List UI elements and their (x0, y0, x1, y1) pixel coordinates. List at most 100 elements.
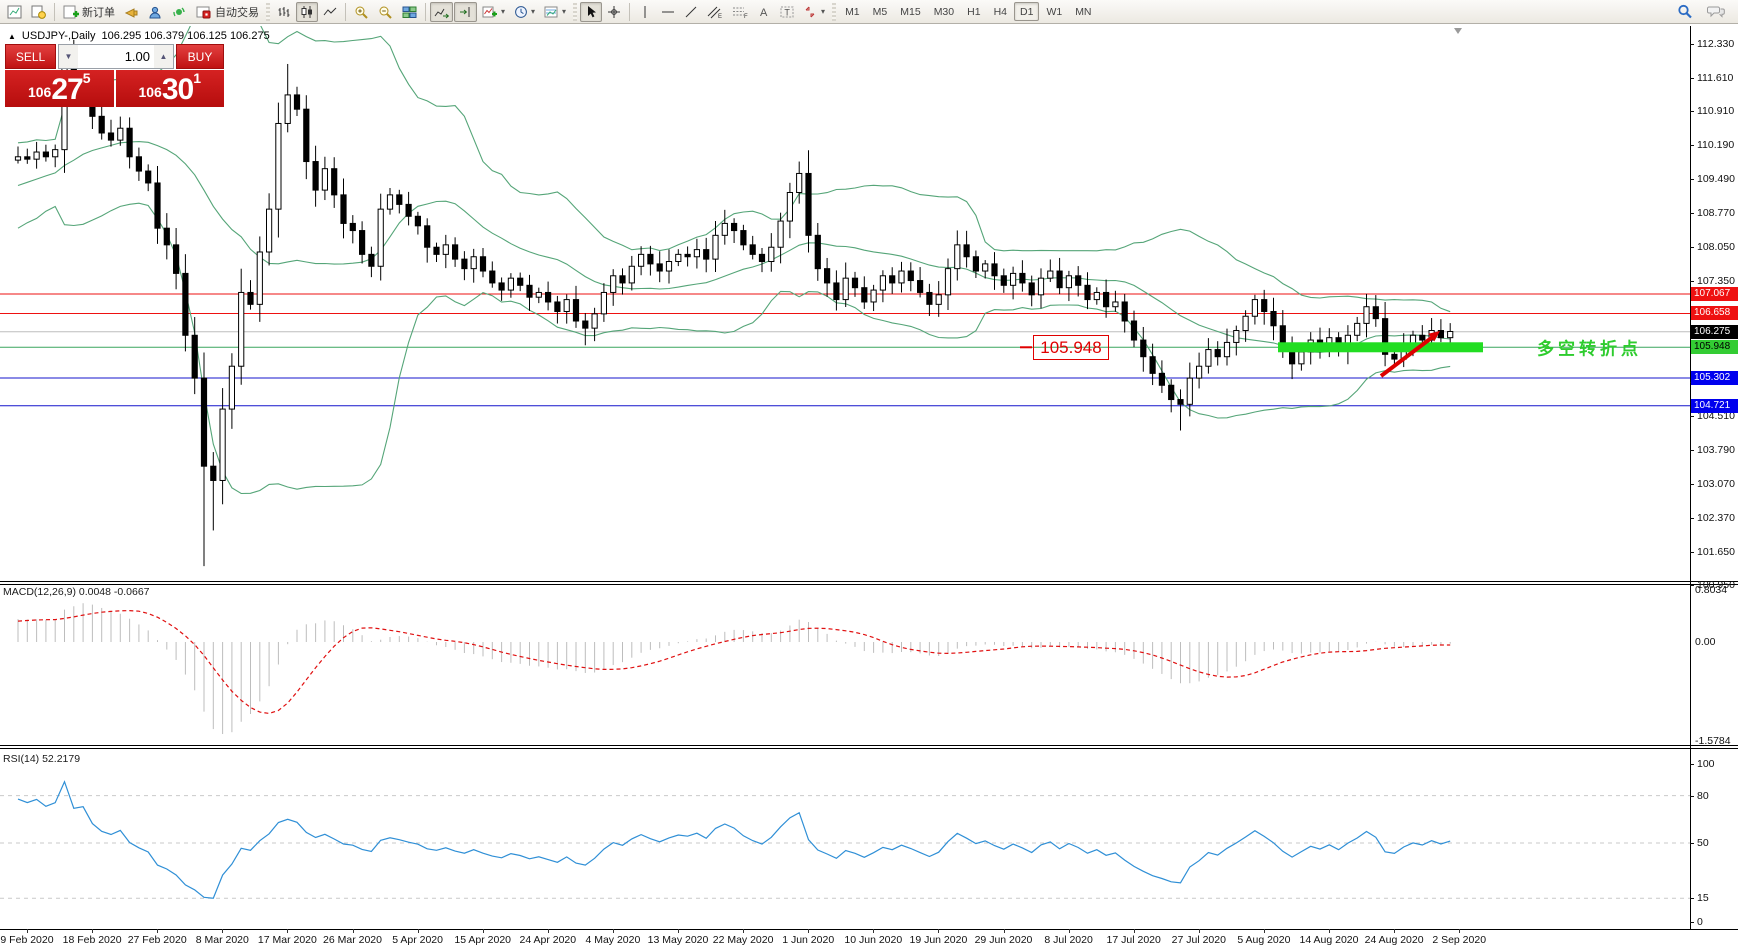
horn-icon[interactable] (120, 2, 143, 22)
date-tick-mark (808, 929, 809, 933)
svg-text:F: F (744, 14, 748, 19)
date-label: 24 Aug 2020 (1365, 934, 1424, 946)
search-icon[interactable] (1673, 2, 1697, 22)
text-tool-button[interactable]: A (753, 2, 775, 22)
templates-caret-icon: ▾ (562, 7, 566, 16)
timeframe-button-h1[interactable]: H1 (961, 2, 986, 21)
date-tick-mark (27, 929, 28, 933)
new-order-label: 新订单 (82, 4, 115, 20)
price-tick-label: 110.190 (1697, 139, 1734, 151)
price-tick-label: 103.790 (1697, 444, 1735, 456)
timeframe-button-w1[interactable]: W1 (1040, 2, 1068, 21)
date-axis-divider (0, 929, 1738, 930)
zoom-out-button[interactable] (374, 2, 397, 22)
svg-text:A: A (760, 7, 768, 19)
community-button[interactable] (144, 2, 167, 22)
rsi-panel[interactable] (0, 749, 1690, 928)
date-label: 8 Mar 2020 (196, 934, 249, 946)
timeframe-button-m5[interactable]: M5 (867, 2, 894, 21)
templates-button[interactable]: ▾ (540, 2, 570, 22)
rsi-axis-label: 50 (1697, 837, 1709, 849)
date-label: 15 Apr 2020 (454, 934, 511, 946)
price-tick-mark (1690, 111, 1694, 112)
panel-divider[interactable] (0, 581, 1738, 585)
line-chart-type-button[interactable] (319, 2, 341, 22)
chart-window: ▲ USDJPY-,Daily 106.295 106.379 106.125 … (0, 26, 1738, 950)
price-tick-label: 110.910 (1697, 105, 1734, 117)
volume-increase-button[interactable]: ▲ (154, 45, 173, 68)
price-tick-label: 101.650 (1697, 546, 1735, 558)
sell-price[interactable]: 106275 (5, 70, 114, 107)
buy-button[interactable]: BUY (176, 44, 224, 69)
buy-price[interactable]: 106301 (116, 70, 225, 107)
tile-windows-button[interactable] (398, 2, 421, 22)
volume-input[interactable] (78, 45, 154, 68)
profiles-button[interactable] (27, 2, 50, 22)
date-tick-mark (613, 929, 614, 933)
new-chart-button[interactable] (3, 2, 26, 22)
equidistant-channel-tool-button[interactable]: E (703, 2, 727, 22)
rsi-tick-mark (1690, 922, 1694, 923)
macd-axis-label: 0.00 (1695, 636, 1715, 648)
vertical-line-tool-button[interactable] (634, 2, 656, 22)
panel-divider[interactable] (0, 745, 1738, 749)
volume-control: ▼ ▲ (58, 44, 174, 69)
price-tick-label: 103.070 (1697, 478, 1735, 490)
candlestick-chart-type-button[interactable] (296, 2, 318, 22)
arrows-tool-button[interactable]: ▾ (799, 2, 829, 22)
indicators-button[interactable]: ▾ (478, 2, 509, 22)
main-chart-panel[interactable] (0, 26, 1690, 580)
timeframe-button-m30[interactable]: M30 (928, 2, 960, 21)
trendline-tool-button[interactable] (680, 2, 702, 22)
fibonacci-tool-button[interactable]: F (728, 2, 752, 22)
date-tick-mark (1069, 929, 1070, 933)
timeframe-button-d1[interactable]: D1 (1014, 2, 1039, 21)
sell-button[interactable]: SELL (5, 44, 56, 69)
zoom-in-button[interactable] (350, 2, 373, 22)
date-label: 5 Apr 2020 (392, 934, 443, 946)
timeframe-button-m15[interactable]: M15 (894, 2, 926, 21)
price-tick-mark (1690, 213, 1694, 214)
price-tick-mark (1690, 281, 1694, 282)
volume-decrease-button[interactable]: ▼ (59, 45, 78, 68)
price-flag-label[interactable]: 105.948 (1033, 335, 1109, 360)
periods-button[interactable]: ▾ (510, 2, 539, 22)
signal-icon[interactable] (168, 2, 191, 22)
date-label: 2 Sep 2020 (1432, 934, 1486, 946)
chart-shift-button[interactable] (454, 2, 477, 22)
date-label: 27 Jul 2020 (1172, 934, 1226, 946)
date-tick-mark (92, 929, 93, 933)
date-tick-mark (678, 929, 679, 933)
collapse-triangle-icon[interactable]: ▲ (8, 32, 16, 41)
price-tick-mark (1690, 484, 1694, 485)
crosshair-tool-button[interactable] (603, 2, 625, 22)
new-order-button[interactable]: 新订单 (59, 2, 119, 22)
auto-scroll-button[interactable] (430, 2, 453, 22)
cursor-tool-button[interactable] (580, 2, 602, 22)
price-tick-mark (1690, 518, 1694, 519)
price-badge: 106.658 (1691, 306, 1738, 320)
macd-panel[interactable] (0, 585, 1690, 744)
price-tick-mark (1690, 44, 1694, 45)
date-tick-mark (743, 929, 744, 933)
bar-chart-type-button[interactable] (273, 2, 295, 22)
date-label: 4 May 2020 (585, 934, 640, 946)
text-label-tool-button[interactable]: T (776, 2, 798, 22)
chat-icon[interactable] (1703, 2, 1729, 22)
timeframe-button-mn[interactable]: MN (1069, 2, 1097, 21)
price-tick-mark (1690, 145, 1694, 146)
date-label: 5 Aug 2020 (1237, 934, 1290, 946)
sell-price-sup: 5 (83, 71, 91, 85)
annotation-text-cn[interactable]: 多空转折点 (1537, 335, 1642, 360)
chart-title: ▲ USDJPY-,Daily 106.295 106.379 106.125 … (8, 30, 270, 42)
timeframe-button-m1[interactable]: M1 (839, 2, 866, 21)
chart-shift-marker-icon[interactable] (1454, 28, 1462, 34)
timeframe-button-h4[interactable]: H4 (988, 2, 1013, 21)
symbol-period-label: USDJPY-,Daily (22, 30, 96, 42)
auto-trading-button[interactable]: 自动交易 (192, 2, 263, 22)
rsi-axis-label: 0 (1697, 916, 1703, 928)
price-tick-mark (1690, 450, 1694, 451)
date-tick-mark (1459, 929, 1460, 933)
horizontal-line-tool-button[interactable] (657, 2, 679, 22)
date-tick-mark (353, 929, 354, 933)
